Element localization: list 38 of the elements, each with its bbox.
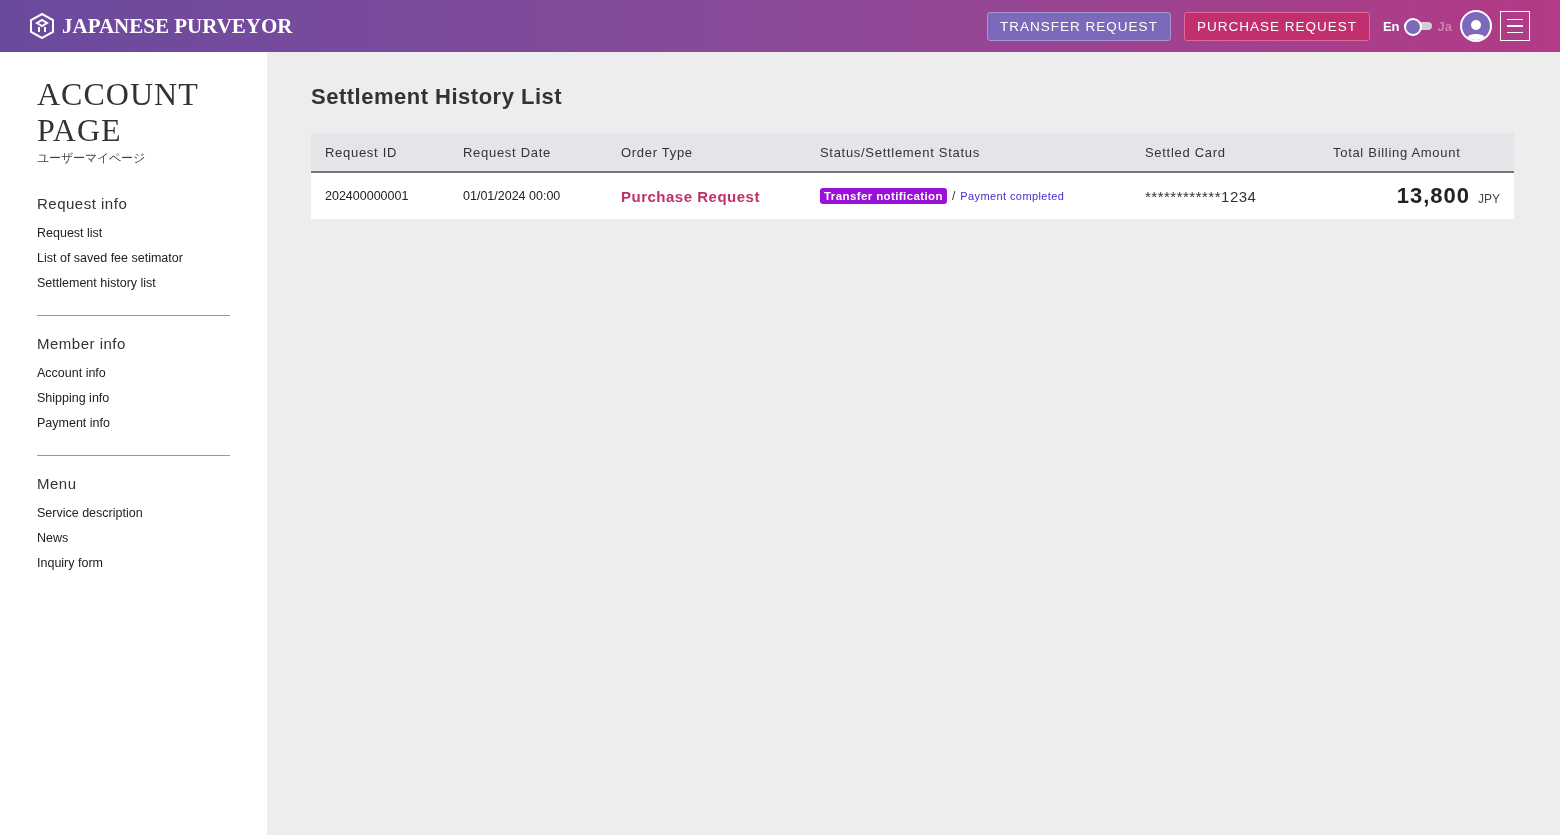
column-header: Settled Card [1145,144,1227,160]
sidebar-link[interactable]: Service description [37,506,143,520]
order-type: Purchase Request [621,187,761,205]
sidebar-link[interactable]: Inquiry form [37,556,103,570]
account-page-title: ACCOUNT PAGE [37,76,200,148]
section-heading: Menu [37,475,78,492]
billing-amount: 13,800 [1396,183,1470,209]
separator-text: / [951,189,956,203]
column-header: Status/Settlement Status [820,144,981,160]
column-header: Request Date [463,144,552,160]
column-header: Request ID [325,144,399,160]
sidebar-link[interactable]: Shipping info [37,391,110,405]
card-number: ************1234 [1145,187,1258,205]
table-cell-text: 202400000001 [325,189,410,203]
table-cell-text: 01/01/2024 00:00 [463,189,562,203]
column-header: Total Billing Amount [1333,144,1461,160]
language-toggle[interactable] [1403,17,1434,35]
account-page-subtitle: ユーザーマイページ [37,150,146,167]
sidebar-link[interactable]: News [37,531,69,545]
sidebar-link[interactable]: Payment info [37,416,110,430]
section-heading: Request info [37,195,129,212]
avatar-icon[interactable] [1460,10,1492,42]
section-heading: Member info [37,335,127,352]
column-header: Order Type [621,144,694,160]
sidebar-link[interactable]: Request list [37,226,103,240]
sidebar-link[interactable]: Account info [37,366,106,380]
brand-name: JAPANESE PURVEYOR [62,13,293,39]
settlement-status: Payment completed [960,190,1065,202]
logo-icon [30,13,54,39]
menu-button[interactable] [1500,11,1530,41]
currency-label: JPY [1478,192,1500,206]
language-option[interactable]: En [1382,18,1400,34]
page-title: Settlement History List [311,84,564,110]
status-badge: Transfer notification [820,188,947,204]
sidebar-link[interactable]: Settlement history list [37,276,156,290]
purchase-request-button[interactable]: PURCHASE REQUEST [1183,11,1370,41]
sidebar-link[interactable]: List of saved fee setimator [37,251,183,265]
transfer-request-button[interactable]: TRANSFER REQUEST [987,11,1171,41]
